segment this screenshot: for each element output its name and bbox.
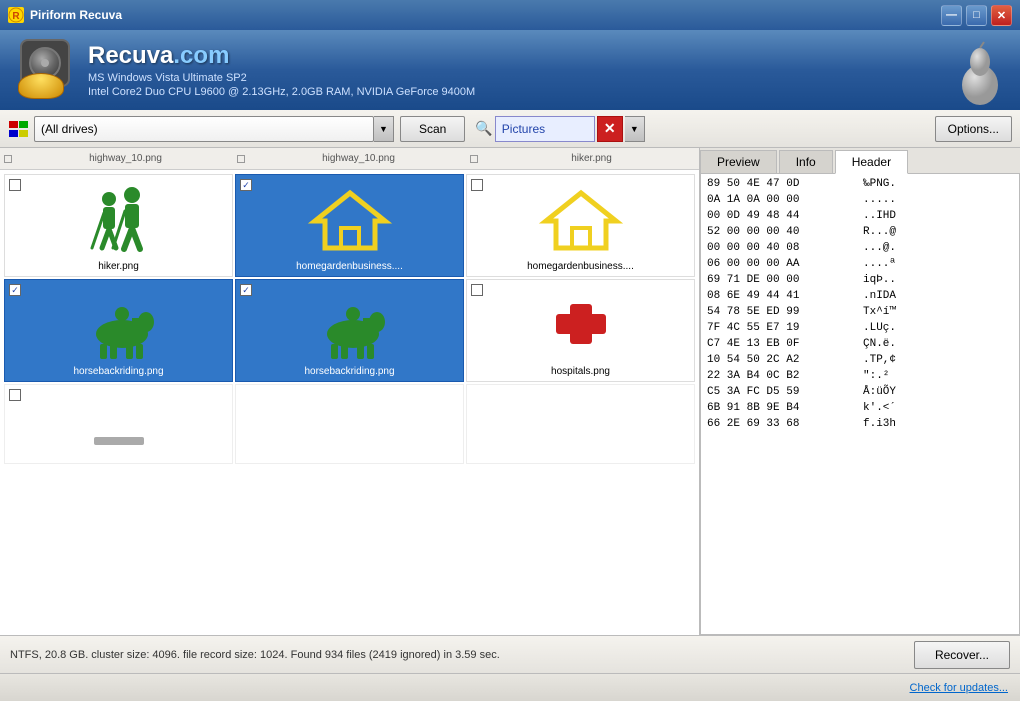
header-checkbox-1[interactable]: [4, 155, 12, 163]
status-bar: NTFS, 20.8 GB. cluster size: 4096. file …: [0, 635, 1020, 673]
file-cell-horse2[interactable]: horsebackriding.png: [235, 279, 464, 382]
hex-row: 08 6E 49 44 41.nIDA: [705, 288, 1015, 304]
hex-row: 10 54 50 2C A2.TP,¢: [705, 352, 1015, 368]
file-checkbox-horse1[interactable]: [9, 284, 21, 296]
file-label-hiker: hiker.png: [9, 261, 228, 272]
minimize-button[interactable]: —: [941, 5, 962, 26]
maximize-button[interactable]: □: [966, 5, 987, 26]
file-label-horse2: horsebackriding.png: [240, 366, 459, 377]
app-logo: [16, 39, 78, 101]
close-button[interactable]: ✕: [991, 5, 1012, 26]
filter-section: 🔍 Pictures ✕ ▼: [475, 116, 644, 142]
hex-row: 89 50 4E 47 0D‰PNG.: [705, 176, 1015, 192]
status-text: NTFS, 20.8 GB. cluster size: 4096. file …: [10, 649, 500, 661]
hex-row: 00 00 00 40 08...@.: [705, 240, 1015, 256]
panel-content: 89 50 4E 47 0D‰PNG.0A 1A 0A 00 00.....00…: [700, 174, 1020, 635]
drive-dropdown[interactable]: (All drives): [34, 116, 374, 142]
hex-row: 54 78 5E ED 99Tx^í™: [705, 304, 1015, 320]
file-cell-house1[interactable]: homegardenbusiness....: [235, 174, 464, 277]
title-bar: R Piriform Recuva — □ ✕: [0, 0, 1020, 30]
file-checkbox-house1[interactable]: [240, 179, 252, 191]
hex-row: 06 00 00 00 AA....ª: [705, 256, 1015, 272]
tab-preview[interactable]: Preview: [700, 150, 777, 173]
file-label-horse1: horsebackriding.png: [9, 366, 228, 377]
window-controls: — □ ✕: [941, 5, 1012, 26]
file-checkbox-house2[interactable]: [471, 179, 483, 191]
scan-button[interactable]: Scan: [400, 116, 465, 142]
drive-select-wrap: (All drives) ▼: [8, 116, 394, 142]
app-icon: R: [8, 7, 24, 23]
file-label-house1: homegardenbusiness....: [240, 261, 459, 272]
system-info-line1: MS Windows Vista Ultimate SP2: [88, 72, 475, 84]
recover-button[interactable]: Recover...: [914, 641, 1010, 669]
app-header: Recuva.com MS Windows Vista Ultimate SP2…: [0, 30, 1020, 110]
file-icon-horse1: [69, 284, 169, 364]
options-button[interactable]: Options...: [935, 116, 1012, 142]
window-title: Piriform Recuva: [30, 8, 122, 22]
toolbar: (All drives) ▼ Scan 🔍 Pictures ✕ ▼ Optio…: [0, 110, 1020, 148]
file-icon-horse2: [300, 284, 400, 364]
right-panel: Preview Info Header 89 50 4E 47 0D‰PNG.0…: [700, 148, 1020, 635]
app-title: Recuva.com: [88, 42, 475, 70]
hex-view[interactable]: 89 50 4E 47 0D‰PNG.0A 1A 0A 00 00.....00…: [701, 174, 1019, 634]
panel-tabs: Preview Info Header: [700, 148, 1020, 174]
file-cell-cross[interactable]: hospitals.png: [466, 279, 695, 382]
filter-dropdown-arrow[interactable]: ▼: [625, 116, 645, 142]
hex-row: 7F 4C 55 E7 19.LUç.: [705, 320, 1015, 336]
hex-row: 00 0D 49 48 44..IHD: [705, 208, 1015, 224]
file-icon-house1: [300, 179, 400, 259]
file-label-house2: homegardenbusiness....: [471, 261, 690, 272]
file-checkbox-empty1[interactable]: [9, 389, 21, 401]
hex-row: C7 4E 13 EB 0FÇN.ë.: [705, 336, 1015, 352]
file-cell-house2[interactable]: homegardenbusiness....: [466, 174, 695, 277]
file-cell-empty1[interactable]: [4, 384, 233, 464]
hex-row: 22 3A B4 0C B2":.²: [705, 368, 1015, 384]
drive-dropdown-arrow[interactable]: ▼: [374, 116, 394, 142]
hex-row: 0A 1A 0A 00 00.....: [705, 192, 1015, 208]
header-file-2: highway_10.png: [255, 153, 462, 164]
file-grid-scroll[interactable]: hiker.png homegardenbusiness: [0, 170, 699, 635]
tab-info[interactable]: Info: [779, 150, 833, 173]
file-icon-cross: [531, 284, 631, 364]
filter-clear-button[interactable]: ✕: [597, 116, 623, 142]
filter-input[interactable]: Pictures: [495, 116, 595, 142]
file-label-cross: hospitals.png: [471, 366, 690, 377]
tab-header[interactable]: Header: [835, 150, 908, 174]
pear-decoration: [956, 40, 1004, 108]
hex-row: 66 2E 69 33 68f.i3h: [705, 416, 1015, 432]
file-grid-wrap: highway_10.png highway_10.png hiker.png: [0, 148, 700, 635]
hex-row: C5 3A FC D5 59Å:üÕY: [705, 384, 1015, 400]
file-grid-header: highway_10.png highway_10.png hiker.png: [0, 148, 699, 170]
file-icon-hiker: [69, 179, 169, 259]
main-content: highway_10.png highway_10.png hiker.png: [0, 148, 1020, 635]
svg-text:R: R: [12, 11, 20, 22]
file-icon-house2: [531, 179, 631, 259]
header-file-3: hiker.png: [488, 153, 695, 164]
file-cell-empty3[interactable]: [466, 384, 695, 464]
header-checkbox-3[interactable]: [470, 155, 478, 163]
hex-row: 69 71 DE 00 00iqÞ..: [705, 272, 1015, 288]
check-updates-link[interactable]: Check for updates...: [910, 682, 1008, 694]
file-grid: hiker.png homegardenbusiness: [4, 174, 695, 464]
filter-icon: 🔍: [475, 120, 492, 137]
file-cell-empty2[interactable]: [235, 384, 464, 464]
file-checkbox-hiker[interactable]: [9, 179, 21, 191]
footer: Check for updates...: [0, 673, 1020, 701]
file-checkbox-horse2[interactable]: [240, 284, 252, 296]
file-cell-horse1[interactable]: horsebackriding.png: [4, 279, 233, 382]
hex-row: 52 00 00 00 40R...@: [705, 224, 1015, 240]
header-text: Recuva.com MS Windows Vista Ultimate SP2…: [88, 42, 475, 98]
system-info-line2: Intel Core2 Duo CPU L9600 @ 2.13GHz, 2.0…: [88, 86, 475, 98]
header-file-1: highway_10.png: [22, 153, 229, 164]
windows-icon: [8, 120, 30, 138]
hex-row: 6B 91 8B 9E B4k'.<´: [705, 400, 1015, 416]
header-checkbox-2[interactable]: [237, 155, 245, 163]
file-cell-hiker[interactable]: hiker.png: [4, 174, 233, 277]
file-checkbox-cross[interactable]: [471, 284, 483, 296]
